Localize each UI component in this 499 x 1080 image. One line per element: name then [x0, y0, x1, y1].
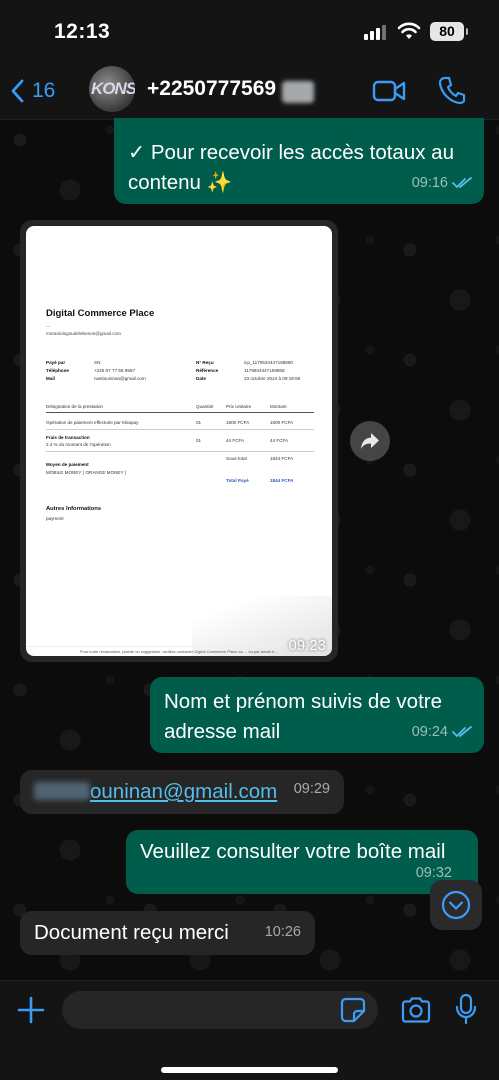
- email-link[interactable]: ouninan@gmail.com: [90, 780, 277, 803]
- message-text: Document reçu merci: [34, 921, 229, 944]
- receipt-reference-label: Référence: [196, 368, 219, 373]
- receipt-total-label: Total Payé: [226, 478, 249, 483]
- forward-arrow-icon: [361, 433, 379, 449]
- receipt-subtotal-value: 1844 FCFA: [270, 456, 294, 461]
- receipt-other-info-label: Autres Informations: [46, 506, 102, 512]
- receipt-title: Digital Commerce Place: [46, 308, 155, 319]
- receipt-date-value: 23 octobre 2024 à 09:19:59: [244, 376, 301, 381]
- plus-icon[interactable]: [16, 995, 46, 1025]
- message-meta: 09:16: [412, 168, 472, 198]
- receipt-reference-value: 1178934447158868: [244, 368, 285, 373]
- receipt-row1-qty: 01: [196, 420, 202, 425]
- redaction-blur: [282, 81, 314, 103]
- receipt-number-label: N° Reçu: [196, 360, 214, 365]
- back-button[interactable]: 16: [10, 74, 55, 108]
- receipt-other-info-value: payment: [46, 516, 64, 521]
- cellular-signal-icon: [364, 24, 386, 40]
- receipt-payer-label: Payé par: [46, 360, 66, 365]
- avatar-logo-text: KONS: [91, 79, 135, 98]
- chat-header: 16 KONS +2250777569: [0, 62, 499, 120]
- message-incoming[interactable]: Document reçu merci 10:26: [20, 911, 315, 955]
- receipt-row2-price: 44 FCFA: [226, 438, 245, 443]
- receipt-footer: Pour toute réclamation, plainte ou sugge…: [26, 646, 332, 656]
- receipt-row2-sub: 2.4 % du montant de l'opération: [46, 442, 111, 447]
- contact-avatar[interactable]: KONS: [89, 66, 135, 112]
- sticker-icon[interactable]: [340, 997, 366, 1023]
- receipt-divider: [46, 429, 314, 430]
- receipt-col-amount: Montant: [270, 404, 287, 409]
- message-meta: 09:24: [412, 717, 472, 747]
- receipt-row2-qty: 01: [196, 438, 202, 443]
- redaction-blur: [34, 782, 90, 800]
- chevron-down-circle-icon: [441, 890, 471, 920]
- receipt-col-unit-price: Prix Unitaire: [226, 404, 252, 409]
- message-incoming[interactable]: ouninan@gmail.com 09:29: [20, 770, 344, 814]
- receipt-col-quantity: Quantité: [196, 404, 214, 409]
- read-ticks-icon: [452, 726, 472, 738]
- receipt-divider: [46, 451, 314, 452]
- contact-name[interactable]: +2250777569: [147, 77, 276, 101]
- forward-button[interactable]: [350, 421, 390, 461]
- receipt-payment-method-value: MOBILE MONEY ( ORANGE MONEY ): [46, 470, 127, 475]
- receipt-col-designation: Désignation de la prestation: [46, 404, 103, 409]
- video-call-icon[interactable]: [372, 78, 406, 104]
- receipt-payment-method-label: Moyen de paiement: [46, 462, 89, 467]
- unread-count: 16: [32, 79, 56, 102]
- message-outgoing[interactable]: Veuillez consulter votre boîte mail 09:3…: [126, 830, 478, 894]
- receipt-row1-label: Opération de paiement effectuée par Kkia…: [46, 420, 139, 425]
- status-bar: 12:13 80: [0, 0, 499, 62]
- receipt-row1-amount: 1800 FCFA: [270, 420, 294, 425]
- message-composer: [0, 980, 499, 1080]
- message-outgoing[interactable]: Nom et prénom suivis de votre adresse ma…: [150, 677, 484, 753]
- message-time: 09:29: [293, 781, 330, 797]
- receipt-image: Digital Commerce Place ... moraniologoud…: [26, 226, 332, 656]
- wifi-icon: [397, 22, 421, 39]
- camera-icon[interactable]: [400, 996, 432, 1024]
- read-ticks-icon: [452, 177, 472, 189]
- receipt-row2-label: Frais de transaction: [46, 435, 90, 440]
- receipt-payer-value: SN: [94, 360, 101, 365]
- image-message[interactable]: Digital Commerce Place ... moraniologoud…: [20, 220, 338, 662]
- microphone-icon[interactable]: [455, 993, 477, 1025]
- status-time: 12:13: [54, 20, 111, 43]
- message-input[interactable]: [62, 991, 378, 1029]
- message-time: 09:16: [411, 175, 448, 191]
- chevron-left-icon: [11, 79, 24, 103]
- message-time: 09:24: [411, 724, 448, 740]
- receipt-total-value: 1844 FCFA: [270, 478, 294, 483]
- receipt-phone-value: +225 07 77 56 9567: [94, 368, 136, 373]
- battery-indicator: 80: [430, 22, 468, 41]
- scroll-to-bottom-button[interactable]: [430, 880, 482, 930]
- message-outgoing[interactable]: ✓ Pour recevoir les accès totaux au cont…: [114, 118, 484, 204]
- receipt-merchant-email: moraniologoudelebenon@gmail.com: [46, 331, 121, 336]
- receipt-dots: ...: [46, 323, 51, 329]
- receipt-subtotal-label: Sous-total: [226, 456, 247, 461]
- phone-call-icon[interactable]: [438, 75, 466, 105]
- receipt-mail-label: Mail: [46, 376, 55, 381]
- message-text: ouninan@gmail.com: [34, 777, 330, 807]
- receipt-row1-price: 1800 FCFA: [226, 420, 250, 425]
- receipt-row2-amount: 44 FCFA: [270, 438, 289, 443]
- receipt-phone-label: Téléphone: [46, 368, 69, 373]
- home-indicator: [161, 1067, 338, 1073]
- message-time: 09:23: [288, 637, 326, 654]
- receipt-divider: [46, 412, 314, 413]
- receipt-mail-value: nastiouninan@gmail.com: [94, 376, 146, 381]
- message-time: 10:26: [264, 924, 301, 940]
- message-meta: 10:26: [265, 917, 301, 947]
- receipt-number-value: icp_1170534447158860: [244, 360, 293, 365]
- receipt-date-label: Date: [196, 376, 206, 381]
- message-meta: 09:29: [294, 774, 330, 804]
